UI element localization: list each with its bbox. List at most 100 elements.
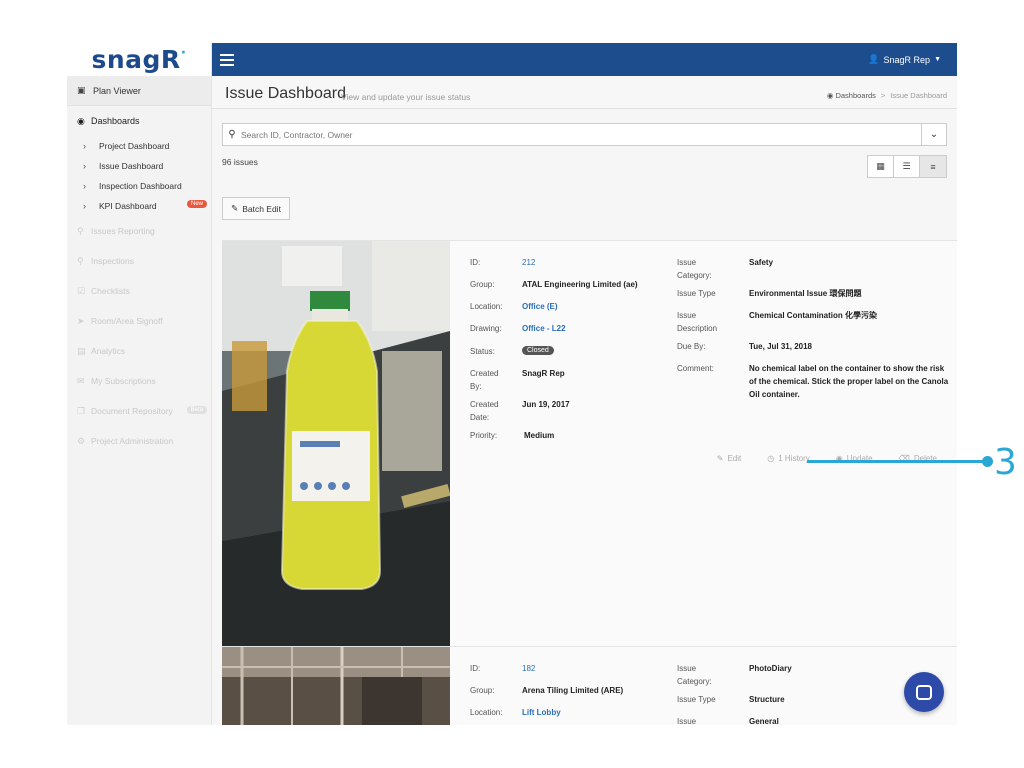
label-issue-type: Issue Type bbox=[677, 289, 716, 298]
map-pin-icon: ⚲ bbox=[77, 225, 84, 236]
breadcrumb-dashboards[interactable]: ◉ Dashboards bbox=[827, 91, 876, 100]
copy-icon: ❐ bbox=[77, 405, 86, 416]
issue-type: Structure bbox=[749, 695, 785, 704]
issue-type: Environmental Issue 環保問題 bbox=[749, 289, 862, 298]
caret-down-icon: ▼ bbox=[934, 56, 941, 63]
logo-area: snagR· bbox=[67, 43, 211, 76]
send-icon: ➤ bbox=[77, 315, 85, 326]
sidebar-item-my-subscriptions[interactable]: ✉ My Subscriptions bbox=[67, 366, 211, 396]
dashboard-icon: ◉ bbox=[77, 115, 85, 126]
checklist-icon: ☑ bbox=[77, 285, 86, 296]
issue-id-link[interactable]: 182 bbox=[522, 662, 535, 675]
sidebar-item-analytics[interactable]: ▤ Analytics bbox=[67, 336, 211, 366]
user-menu[interactable]: 👤 SnagR Rep ▼ bbox=[868, 54, 941, 65]
sidebar-subitem-kpi-dashboard[interactable]: › KPI Dashboard New bbox=[67, 196, 211, 216]
sidebar-subitem-project-dashboard[interactable]: › Project Dashboard bbox=[67, 136, 211, 156]
sidebar-item-plan-viewer[interactable]: ▣ Plan Viewer bbox=[67, 76, 211, 106]
issue-comment: No chemical label on the container to sh… bbox=[749, 364, 949, 399]
clock-icon: ◷ bbox=[767, 454, 775, 463]
label-created-date: Created Date: bbox=[470, 400, 499, 422]
grid-view-icon[interactable]: ▦ bbox=[868, 156, 894, 177]
issue-count: 96 issues bbox=[222, 157, 258, 167]
issue-photo[interactable] bbox=[222, 647, 450, 725]
sidebar-item-dashboards[interactable]: ◉ Dashboards bbox=[67, 106, 211, 136]
issue-description: Chemical Contamination 化學污染 bbox=[749, 311, 878, 320]
sidebar-item-checklists[interactable]: ☑ Checklists bbox=[67, 276, 211, 306]
history-action[interactable]: ◷ 1 History bbox=[767, 454, 810, 463]
issue-group: Arena Tiling Limited (ARE) bbox=[522, 686, 624, 695]
chat-launcher-button[interactable] bbox=[904, 672, 944, 712]
search-bar: ⚲ ⌄ bbox=[222, 123, 947, 146]
label-group: Group: bbox=[470, 280, 495, 289]
label-issue-category: Issue Category: bbox=[677, 664, 712, 686]
issue-card: ID: 182 Group: Arena Tiling Limited (ARE… bbox=[222, 646, 957, 725]
label-issue-type: Issue Type bbox=[677, 695, 716, 704]
view-toggle: ▦ ☰ ≡ bbox=[867, 155, 947, 178]
page-subtitle: View and update your issue status bbox=[341, 92, 471, 102]
pencil-icon: ✎ bbox=[231, 203, 239, 213]
gears-icon: ⚙ bbox=[77, 435, 86, 446]
sidebar-item-inspections[interactable]: ⚲ Inspections bbox=[67, 246, 211, 276]
chat-icon bbox=[916, 684, 932, 700]
new-badge: New bbox=[186, 200, 207, 208]
issue-description: General bbox=[749, 717, 779, 725]
batch-edit-button[interactable]: ✎ Batch Edit bbox=[222, 197, 290, 220]
issue-location-link[interactable]: Office (E) bbox=[522, 300, 558, 313]
top-navbar: 👤 SnagR Rep ▼ bbox=[212, 43, 957, 76]
issue-created-date: Jun 19, 2017 bbox=[522, 400, 570, 409]
issue-category: PhotoDiary bbox=[749, 664, 792, 673]
issue-created-by: SnagR Rep bbox=[522, 369, 565, 378]
label-priority: Priority: bbox=[470, 431, 498, 440]
callout-number: 3 bbox=[994, 442, 1017, 483]
issue-location-link[interactable]: Lift Lobby bbox=[522, 706, 561, 719]
sidebar-subitem-issue-dashboard[interactable]: › Issue Dashboard bbox=[67, 156, 211, 176]
snagr-logo[interactable]: snagR· bbox=[91, 45, 186, 74]
issue-photo[interactable] bbox=[222, 241, 450, 647]
label-status: Status: bbox=[470, 347, 495, 356]
dashboard-icon: ◉ bbox=[826, 91, 834, 100]
envelope-icon: ✉ bbox=[77, 375, 85, 386]
callout-line bbox=[807, 460, 987, 463]
app-window: snagR· ▣ Plan Viewer ◉ Dashboards › Proj… bbox=[67, 43, 957, 725]
chevron-down-icon[interactable]: ⌄ bbox=[921, 124, 946, 145]
label-due-by: Due By: bbox=[677, 342, 706, 351]
issue-group: ATAL Engineering Limited (ae) bbox=[522, 280, 638, 289]
status-badge: Closed bbox=[522, 346, 554, 355]
search-icon: ⚲ bbox=[228, 129, 236, 140]
label-group: Group: bbox=[470, 686, 495, 695]
pencil-icon: ✎ bbox=[716, 454, 724, 463]
hamburger-menu-icon[interactable] bbox=[220, 54, 234, 69]
label-issue-description: Issue Description bbox=[677, 311, 718, 333]
detail-view-icon[interactable]: ≡ bbox=[920, 156, 946, 177]
chevron-right-icon: › bbox=[83, 141, 86, 151]
sidebar-item-project-administration[interactable]: ⚙ Project Administration bbox=[67, 426, 211, 456]
label-created-by: Created By: bbox=[470, 369, 499, 391]
sidebar-item-room-area-signoff[interactable]: ➤ Room/Area Signoff bbox=[67, 306, 211, 336]
edit-action[interactable]: ✎ Edit bbox=[717, 454, 742, 463]
search-input[interactable] bbox=[241, 129, 921, 140]
user-icon: 👤 bbox=[868, 54, 880, 64]
issue-drawing-link[interactable]: Office - L22 bbox=[522, 322, 566, 335]
main-content: Issue Dashboard View and update your iss… bbox=[212, 76, 957, 725]
sidebar-item-label: Dashboards bbox=[91, 116, 140, 126]
page-header: Issue Dashboard View and update your iss… bbox=[212, 76, 957, 109]
sidebar: snagR· ▣ Plan Viewer ◉ Dashboards › Proj… bbox=[67, 43, 212, 725]
bar-chart-icon: ▤ bbox=[77, 345, 86, 356]
user-name: SnagR Rep bbox=[883, 54, 931, 65]
list-view-icon[interactable]: ☰ bbox=[894, 156, 920, 177]
beta-badge: Beta bbox=[186, 406, 207, 414]
sidebar-item-label: Plan Viewer bbox=[93, 85, 141, 96]
sidebar-subitem-inspection-dashboard[interactable]: › Inspection Dashboard bbox=[67, 176, 211, 196]
chevron-right-icon: › bbox=[83, 161, 86, 171]
label-comment: Comment: bbox=[677, 364, 714, 373]
image-icon: ▣ bbox=[77, 85, 86, 95]
sidebar-item-document-repository[interactable]: ❐ Document Repository Beta bbox=[67, 396, 211, 426]
issue-id-link[interactable]: 212 bbox=[522, 256, 535, 269]
chevron-right-icon: › bbox=[83, 201, 86, 211]
label-issue-description: Issue Description bbox=[677, 717, 697, 725]
breadcrumb-current: Issue Dashboard bbox=[890, 91, 947, 100]
issue-priority: Medium bbox=[524, 431, 555, 440]
search-icon: ⚲ bbox=[77, 255, 84, 266]
sidebar-item-issues-reporting[interactable]: ⚲ Issues Reporting bbox=[67, 216, 211, 246]
label-drawing: Drawing: bbox=[470, 324, 502, 333]
